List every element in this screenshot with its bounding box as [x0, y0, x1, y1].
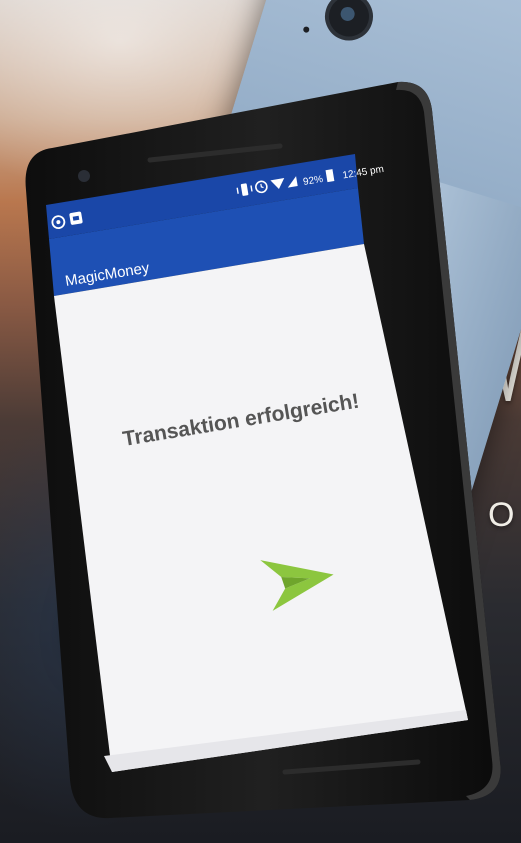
front-phone: 92% 12:45 pm MagicMoney Transaktion erfo…	[25, 81, 501, 819]
screenshot-stage: M O	[0, 0, 521, 843]
front-camera-icon	[78, 170, 90, 182]
notification-icon	[69, 211, 83, 225]
